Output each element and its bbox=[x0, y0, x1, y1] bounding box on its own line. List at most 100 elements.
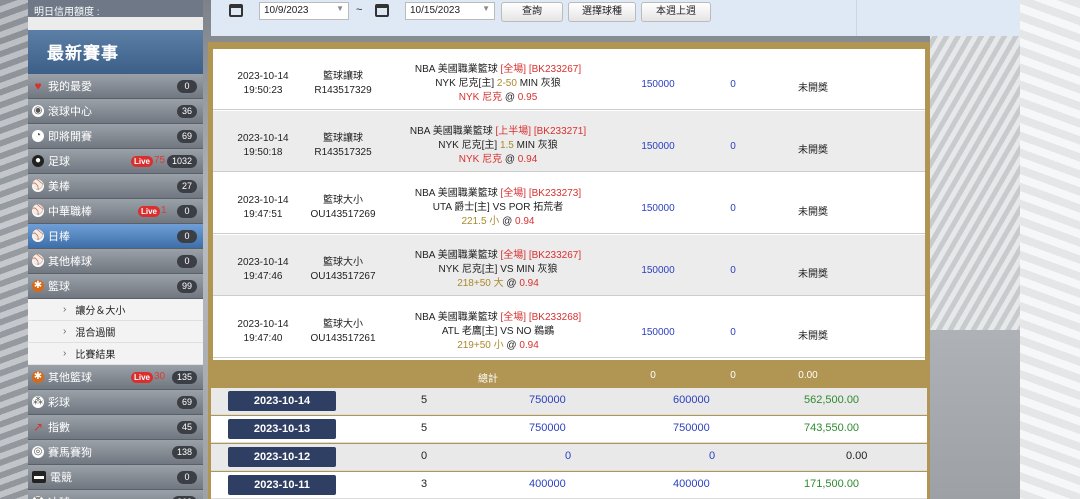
wager-row: 2023-10-14 19:47:46 籃球大小 OU143517267 NBA… bbox=[213, 235, 925, 296]
sidebar-item-ice-hockey[interactable]: ♜ 冰球 363 bbox=[28, 490, 203, 499]
sidebar-item-upcoming[interactable]: ◔ 即將開賽 69 bbox=[28, 124, 203, 149]
wager-row: 2023-10-14 19:50:18 籃球讓球 R143517325 NBA … bbox=[213, 111, 925, 172]
count-badge: 0 bbox=[177, 230, 197, 243]
sidebar-item-other-baseball[interactable]: ⚾ 其他棒球 0 bbox=[28, 249, 203, 274]
league: NBA 美國職業籃球 bbox=[409, 126, 493, 137]
sidebar-item-basketball[interactable]: ✱ 籃球 99 bbox=[28, 274, 203, 299]
submenu-results[interactable]: › 比賽結果 bbox=[28, 343, 203, 365]
league: NBA 美國職業籃球 bbox=[414, 64, 498, 75]
sidebar-item-esports[interactable]: ▬ 電競 0 bbox=[28, 465, 203, 490]
submenu-label: 比賽結果 bbox=[75, 350, 116, 361]
count-badge: 69 bbox=[176, 130, 197, 143]
count-badge: 99 bbox=[176, 280, 197, 293]
sidebar-item-label: 美棒 bbox=[48, 181, 70, 193]
wager-row: 2023-10-14 19:47:40 籃球大小 OU143517261 NBA… bbox=[213, 297, 925, 358]
wager-status: 未開獎 bbox=[798, 207, 828, 218]
sidebar-item-mlb[interactable]: ⚾ 美棒 27 bbox=[28, 174, 203, 199]
league: NBA 美國職業籃球 bbox=[414, 250, 498, 261]
date-from-input[interactable]: 10/9/2023 ▼ bbox=[259, 2, 349, 20]
total-row: 總計 0 0 0.00 bbox=[208, 365, 930, 387]
wager-detail: NBA 美國職業籃球 [全場] [BK233268] ATL 老鷹[主] VS … bbox=[414, 312, 582, 351]
period: [全場] bbox=[500, 188, 527, 199]
sidebar-item-index[interactable]: ↗ 指數 45 bbox=[28, 415, 203, 440]
sidebar: 明日信用額度 : 最新賽事 ♥ 我的最愛 0 ◉ 滾球中心 36 ◔ 即將開賽 … bbox=[28, 0, 203, 499]
period: [全場] bbox=[500, 312, 527, 323]
match-code: [BK233273] bbox=[528, 188, 582, 199]
wager-date: 2023-10-14 bbox=[237, 257, 289, 268]
chevron-right-icon: › bbox=[63, 348, 67, 359]
match-code: [BK233271] bbox=[533, 126, 587, 137]
day-summary-row: 2023-10-12 0 0 0 0.00 bbox=[211, 444, 927, 471]
latest-events-title: 最新賽事 bbox=[28, 30, 203, 74]
wager-datetime: 2023-10-14 19:50:23 bbox=[222, 70, 304, 98]
calendar-icon[interactable] bbox=[229, 4, 243, 17]
select-sport-button[interactable]: 選擇球種 bbox=[568, 2, 636, 22]
live-count: 30 bbox=[154, 371, 166, 382]
sidebar-item-label: 中華職棒 bbox=[48, 206, 92, 218]
sidebar-item-lottery[interactable]: ⁂ 彩球 69 bbox=[28, 390, 203, 415]
live-badge: Live bbox=[131, 372, 154, 383]
submenu-label: 混合過關 bbox=[75, 328, 116, 339]
day-date-button[interactable]: 2023-10-13 bbox=[228, 419, 336, 439]
submenu-handicap-over-under[interactable]: › 讓分＆大小 bbox=[28, 299, 203, 321]
pick: 218+50 大 bbox=[457, 278, 504, 289]
odds: 0.94 bbox=[517, 154, 538, 165]
count-badge: 45 bbox=[176, 421, 197, 434]
count-badge: 0 bbox=[177, 205, 197, 218]
sidebar-item-favorites[interactable]: ♥ 我的最愛 0 bbox=[28, 74, 203, 99]
last-week-button[interactable]: 本週上週 bbox=[641, 2, 711, 22]
day-date-button[interactable]: 2023-10-14 bbox=[228, 391, 336, 411]
count-badge: 27 bbox=[176, 180, 197, 193]
sidebar-item-label: 指數 bbox=[48, 422, 70, 434]
league: NBA 美國職業籃球 bbox=[414, 188, 498, 199]
sidebar-item-npb[interactable]: ⚾ 日棒 0 bbox=[28, 224, 203, 249]
submenu-parlay[interactable]: › 混合過關 bbox=[28, 321, 203, 343]
sidebar-item-label: 彩球 bbox=[48, 397, 70, 409]
total-result: 0.00 bbox=[798, 370, 818, 381]
wager-amount: 150000 bbox=[641, 327, 675, 338]
baseball-icon: ⚾ bbox=[31, 180, 45, 192]
sidebar-item-other-basketball[interactable]: ✱ 其他籃球 Live 30 135 bbox=[28, 365, 203, 390]
day-result: 0.00 bbox=[846, 450, 868, 462]
upcoming-icon: ◔ bbox=[32, 130, 44, 142]
count-badge: 36 bbox=[176, 105, 197, 118]
pick: 219+50 小 bbox=[457, 340, 504, 351]
day-valid-amount: 0 bbox=[709, 450, 716, 462]
away-team: MIN 灰狼 bbox=[516, 264, 558, 275]
wager-win: 0 bbox=[730, 327, 736, 338]
wager-status: 未開獎 bbox=[798, 269, 828, 280]
match-code: [BK233267] bbox=[528, 250, 582, 261]
sidebar-item-label: 其他棒球 bbox=[48, 256, 92, 268]
away-team: MIN 灰狼 bbox=[516, 140, 558, 151]
sidebar-item-racing[interactable]: ◎ 賽馬賽狗 138 bbox=[28, 440, 203, 465]
sidebar-item-label: 其他籃球 bbox=[48, 372, 92, 384]
date-from-value: 10/9/2023 bbox=[264, 5, 309, 16]
date-to-input[interactable]: 10/15/2023 ▼ bbox=[405, 2, 495, 20]
sidebar-item-live-center[interactable]: ◉ 滾球中心 36 bbox=[28, 99, 203, 124]
sidebar-item-soccer[interactable]: ● 足球 Live 75 1032 bbox=[28, 149, 203, 174]
day-count: 5 bbox=[421, 394, 428, 406]
gamepad-icon: ▬ bbox=[32, 471, 46, 483]
calendar-icon[interactable] bbox=[375, 4, 389, 17]
wager-date: 2023-10-14 bbox=[237, 195, 289, 206]
filter-toolbar: 10/9/2023 ▼ ~ 10/15/2023 ▼ 查詢 選擇球種 本週上週 bbox=[211, 0, 856, 36]
day-date-button[interactable]: 2023-10-12 bbox=[228, 447, 336, 467]
home-team: UTA 爵士[主] bbox=[432, 202, 490, 213]
wager-amount: 150000 bbox=[641, 203, 675, 214]
count-badge: 0 bbox=[177, 255, 197, 268]
wager-time: 19:50:23 bbox=[243, 85, 283, 96]
wager-row: 2023-10-14 19:47:51 籃球大小 OU143517269 NBA… bbox=[213, 173, 925, 234]
wager-datetime: 2023-10-14 19:50:18 bbox=[222, 132, 304, 160]
day-date-button[interactable]: 2023-10-11 bbox=[228, 475, 336, 495]
day-result: 171,500.00 bbox=[804, 478, 860, 490]
date-to-value: 10/15/2023 bbox=[410, 5, 461, 16]
search-button[interactable]: 查詢 bbox=[501, 2, 563, 22]
sidebar-item-cpbl[interactable]: ⚾ 中華職棒 Live 1 0 bbox=[28, 199, 203, 224]
versus: VS bbox=[500, 264, 514, 275]
wager-time: 19:47:40 bbox=[243, 333, 283, 344]
right-panel bbox=[856, 0, 1020, 36]
live-badge: Live bbox=[138, 206, 161, 217]
odds: 0.94 bbox=[515, 216, 535, 227]
wager-time: 19:47:46 bbox=[243, 271, 283, 282]
day-result: 562,500.00 bbox=[804, 394, 860, 406]
